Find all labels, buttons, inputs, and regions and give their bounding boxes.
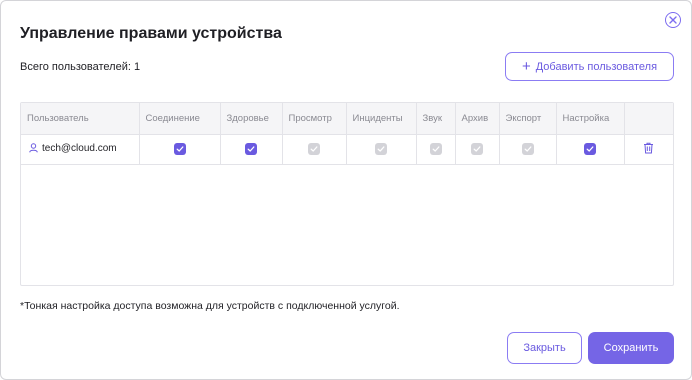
permission-cell-view <box>282 134 347 164</box>
permission-cell-sound <box>416 134 456 164</box>
close-button[interactable]: Закрыть <box>507 332 582 364</box>
permission-cell-export <box>499 134 557 164</box>
header-export: Экспорт <box>499 103 557 134</box>
header-archive: Архив <box>455 103 500 134</box>
header-sound: Звук <box>416 103 456 134</box>
header-actions <box>624 103 673 134</box>
checkbox-export[interactable] <box>521 143 534 155</box>
checkbox-incidents[interactable] <box>375 143 387 155</box>
footnote: *Тонкая настройка доступа возможна для у… <box>20 300 400 312</box>
device-permissions-dialog: Управление правами устройства Всего поль… <box>0 0 692 380</box>
dialog-title: Управление правами устройства <box>20 25 282 42</box>
checkbox-sound[interactable] <box>429 143 442 155</box>
header-health: Здоровье <box>220 103 283 134</box>
save-button[interactable]: Сохранить <box>588 332 674 364</box>
permissions-table: Пользователь Соединение Здоровье Просмот… <box>20 102 674 286</box>
table-header-row: Пользователь Соединение Здоровье Просмот… <box>21 103 673 134</box>
checkbox-archive[interactable] <box>471 143 483 155</box>
checkbox-connection[interactable] <box>173 143 186 155</box>
permission-cell-health <box>220 134 283 164</box>
actions-cell <box>624 134 673 164</box>
header-user: Пользователь <box>21 103 140 134</box>
header-view: Просмотр <box>282 103 347 134</box>
plus-icon: + <box>521 58 531 75</box>
permission-cell-settings <box>556 134 625 164</box>
total-users-label: Всего пользователей: 1 <box>20 61 141 73</box>
checkbox-view[interactable] <box>308 143 320 155</box>
permission-cell-connection <box>139 134 221 164</box>
trash-icon[interactable] <box>643 142 654 157</box>
user-email: tech@cloud.com <box>42 142 117 154</box>
user-icon <box>29 142 38 156</box>
add-user-label: Добавить пользователя <box>535 60 658 73</box>
table-row: tech@cloud.com <box>21 134 673 164</box>
header-settings: Настройка <box>556 103 625 134</box>
close-icon[interactable] <box>665 12 681 28</box>
permission-cell-archive <box>455 134 500 164</box>
add-user-button[interactable]: + Добавить пользователя <box>505 52 674 81</box>
header-incidents: Инциденты <box>346 103 417 134</box>
checkbox-health[interactable] <box>245 143 257 155</box>
user-cell: tech@cloud.com <box>21 134 140 164</box>
permission-cell-incidents <box>346 134 417 164</box>
header-connection: Соединение <box>139 103 221 134</box>
checkbox-settings[interactable] <box>584 143 596 155</box>
